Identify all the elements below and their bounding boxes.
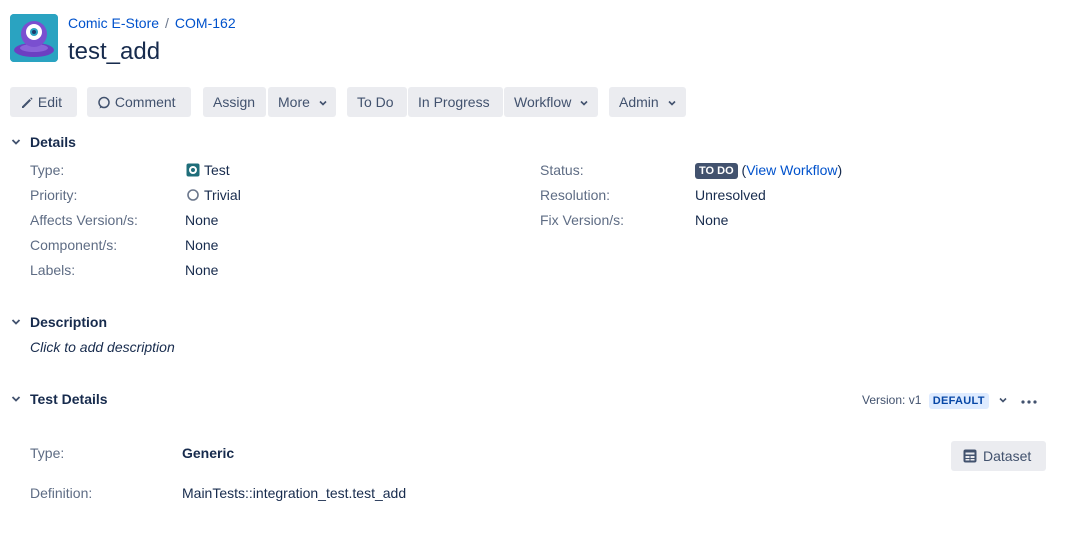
priority-value-text: Trivial <box>204 187 241 203</box>
type-value: Test <box>186 162 230 180</box>
labels-value: None <box>185 262 219 278</box>
version-selector[interactable]: Version: v1 DEFAULT <box>862 393 1008 409</box>
status-badge: TO DO <box>695 163 738 179</box>
workflow-dropdown-button[interactable]: Workflow <box>504 87 598 117</box>
definition-label: Definition: <box>30 485 93 501</box>
assign-button[interactable]: Assign <box>203 87 266 117</box>
description-section-toggle[interactable]: Description <box>10 314 107 331</box>
status-label: Status: <box>540 162 584 178</box>
breadcrumb-project-link[interactable]: Comic E-Store <box>68 15 159 31</box>
details-section-toggle[interactable]: Details <box>10 134 76 151</box>
alien-avatar-icon[interactable] <box>10 14 58 62</box>
admin-dropdown-button[interactable]: Admin <box>609 87 686 117</box>
type-value-text: Test <box>204 162 230 178</box>
breadcrumb-separator: / <box>165 15 169 31</box>
more-button-label: More <box>278 94 310 110</box>
status-value: TO DO (View Workflow) <box>695 162 842 179</box>
component-value: None <box>185 237 219 253</box>
test-details-section-toggle[interactable]: Test Details <box>10 391 108 408</box>
edit-button-label: Edit <box>37 94 63 110</box>
description-heading: Description <box>30 314 108 330</box>
chevron-down-icon <box>579 87 589 117</box>
comment-button-label: Comment <box>114 94 176 110</box>
ellipsis-icon[interactable] <box>1019 393 1039 409</box>
resolution-label: Resolution: <box>540 187 611 203</box>
table-icon <box>963 443 977 473</box>
dataset-button[interactable]: Dataset <box>951 441 1046 471</box>
in-progress-transition-button[interactable]: In Progress <box>408 87 503 117</box>
affects-version-value: None <box>185 212 219 228</box>
comment-icon <box>97 94 111 110</box>
chevron-down-icon <box>10 315 24 331</box>
chevron-down-icon <box>667 87 677 117</box>
comment-button[interactable]: Comment <box>87 87 191 117</box>
to-do-transition-button[interactable]: To Do <box>347 87 407 117</box>
affects-version-label: Affects Version/s: <box>30 212 138 228</box>
edit-button[interactable]: Edit <box>10 87 77 117</box>
more-dropdown-button[interactable]: More <box>268 87 336 117</box>
resolution-value: Unresolved <box>695 187 766 203</box>
priority-label: Priority: <box>30 187 78 203</box>
description-placeholder[interactable]: Click to add description <box>30 339 175 355</box>
pencil-icon <box>20 94 34 110</box>
paren-close: ) <box>837 162 843 178</box>
issue-title[interactable]: test_add <box>68 38 160 66</box>
view-workflow-link[interactable]: View Workflow <box>746 162 837 178</box>
type-label: Type: <box>30 162 65 178</box>
chevron-down-icon <box>10 392 24 408</box>
test-type-value: Generic <box>182 445 235 461</box>
labels-label: Labels: <box>30 262 76 278</box>
chevron-down-icon <box>998 394 1008 408</box>
test-type-label: Type: <box>30 445 65 461</box>
test-icon <box>186 163 200 180</box>
breadcrumb: Comic E-Store / COM-162 <box>68 15 236 31</box>
workflow-button-label: Workflow <box>514 94 572 110</box>
component-label: Component/s: <box>30 237 118 253</box>
test-details-heading: Test Details <box>30 391 108 407</box>
default-version-badge: DEFAULT <box>928 393 989 409</box>
fix-version-label: Fix Version/s: <box>540 212 625 228</box>
breadcrumb-issue-key-link[interactable]: COM-162 <box>175 15 236 31</box>
chevron-down-icon <box>318 87 328 117</box>
dataset-button-label: Dataset <box>983 448 1032 464</box>
fix-version-value: None <box>695 212 729 228</box>
admin-button-label: Admin <box>619 94 659 110</box>
chevron-down-icon <box>10 135 24 151</box>
trivial-circle-icon <box>186 188 200 205</box>
version-label: Version: v1 <box>862 393 922 407</box>
priority-value: Trivial <box>186 187 241 205</box>
details-heading: Details <box>30 134 76 150</box>
definition-value: MainTests::integration_test.test_add <box>182 485 407 501</box>
